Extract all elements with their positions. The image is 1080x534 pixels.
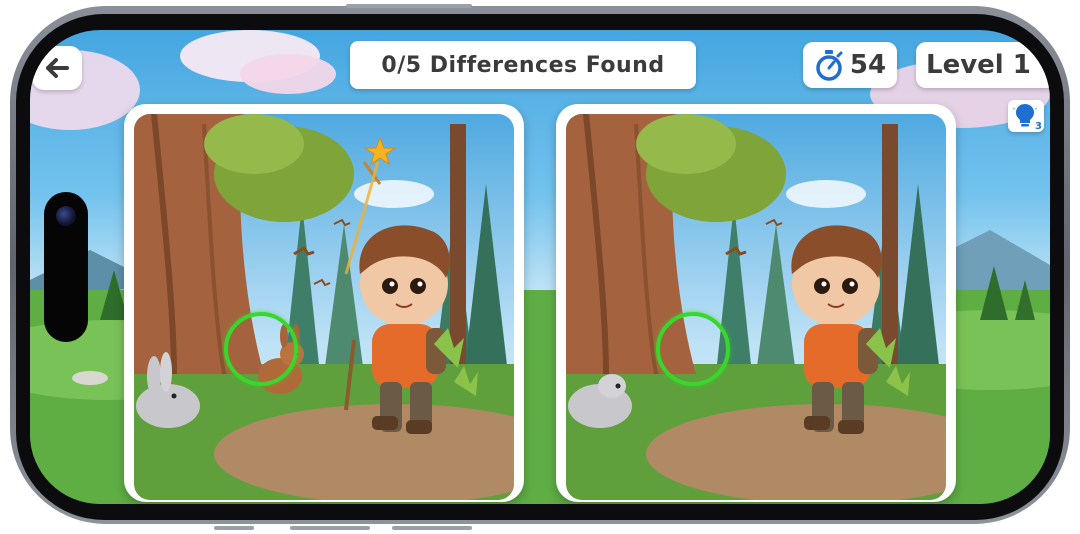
difference-marker-found <box>224 312 298 386</box>
back-button[interactable] <box>32 46 82 90</box>
level-label: Level 1 <box>926 50 1031 80</box>
front-camera <box>56 206 76 226</box>
dynamic-island <box>44 192 88 342</box>
left-scene-image[interactable] <box>134 114 514 500</box>
phone-bottom-button-2 <box>290 526 370 530</box>
left-image-panel <box>124 104 524 502</box>
difference-marker-found <box>656 312 730 386</box>
phone-top-button <box>346 4 472 8</box>
differences-label: 0/5 Differences Found <box>381 52 665 78</box>
phone-bottom-button-3 <box>392 526 472 530</box>
timer: 54 <box>803 42 897 88</box>
right-image-panel <box>556 104 956 502</box>
timer-value: 54 <box>849 50 887 80</box>
level-indicator: Level 1 <box>916 42 1050 88</box>
hint-count: 3 <box>1035 121 1042 132</box>
forest-scene-right <box>566 114 946 500</box>
differences-counter: 0/5 Differences Found <box>350 41 696 89</box>
stopwatch-icon <box>816 50 843 81</box>
phone-bottom-button-1 <box>214 526 254 530</box>
hint-button[interactable]: 3 <box>1008 100 1044 132</box>
game-screen: 0/5 Differences Found 54 Level 1 3 <box>30 30 1050 504</box>
right-scene-image[interactable] <box>566 114 946 500</box>
forest-scene-left <box>134 114 514 500</box>
arrow-left-icon <box>46 58 69 78</box>
